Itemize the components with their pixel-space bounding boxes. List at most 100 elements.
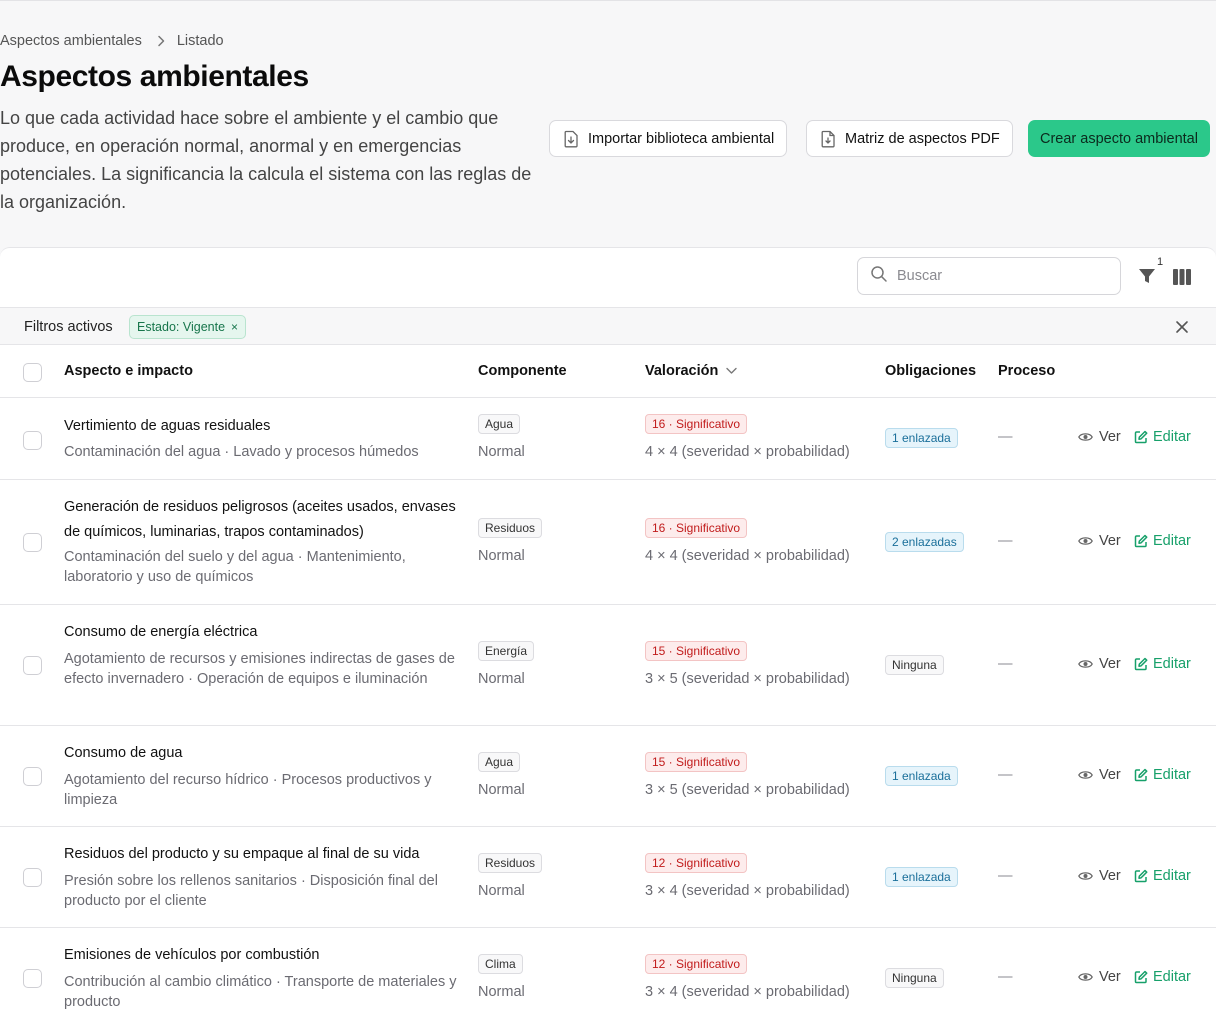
eye-icon — [1078, 771, 1093, 779]
component-badge: Clima — [478, 954, 523, 974]
view-action[interactable]: Ver — [1078, 868, 1121, 884]
operation-condition: Normal — [478, 548, 525, 564]
impact-subtitle: Contaminación del suelo y del agua · Man… — [64, 549, 406, 585]
edit-icon — [1134, 768, 1148, 782]
valuation-detail: 3 × 4 (severidad × probabilidad) — [645, 984, 850, 1000]
view-action[interactable]: Ver — [1078, 429, 1121, 445]
edit-action[interactable]: Editar — [1134, 533, 1191, 549]
process-value: — — [998, 969, 1013, 985]
component-badge: Agua — [478, 752, 521, 772]
column-header-valuation[interactable]: Valoración — [645, 363, 738, 379]
impact-subtitle: Agotamiento del recurso hídrico · Proces… — [64, 772, 432, 808]
edit-label: Editar — [1153, 656, 1191, 672]
chevron-right-icon — [157, 35, 165, 47]
breadcrumb: Aspectos ambientales Listado — [0, 33, 224, 49]
process-value: — — [998, 533, 1013, 549]
create-aspect-button[interactable]: Crear aspecto ambiental — [1028, 120, 1210, 157]
column-header-component[interactable]: Componente — [478, 363, 567, 379]
row-checkbox[interactable] — [23, 656, 42, 675]
view-action[interactable]: Ver — [1078, 533, 1121, 549]
view-label: Ver — [1099, 656, 1121, 672]
search-input[interactable] — [897, 268, 1097, 284]
table-row[interactable]: Residuos del producto y su empaque al fi… — [0, 827, 1216, 928]
valuation-detail: 4 × 4 (severidad × probabilidad) — [645, 548, 850, 564]
clear-filters-icon[interactable] — [1174, 319, 1190, 335]
component-badge: Agua — [478, 414, 521, 434]
remove-filter-icon[interactable]: × — [231, 320, 238, 334]
eye-icon — [1078, 872, 1093, 880]
obligations-badge: 1 enlazada — [885, 766, 958, 786]
operation-condition: Normal — [478, 671, 525, 687]
significance-badge: 15 · Significativo — [645, 641, 748, 661]
active-filters-bar: Filtros activos Estado: Vigente × — [0, 307, 1216, 345]
edit-action[interactable]: Editar — [1134, 868, 1191, 884]
filter-count-badge: 1 — [1157, 256, 1164, 268]
column-header-obligations[interactable]: Obligaciones — [885, 363, 976, 379]
column-header-aspect[interactable]: Aspecto e impacto — [64, 363, 193, 379]
row-checkbox[interactable] — [23, 767, 42, 786]
obligations-badge: Ninguna — [885, 655, 944, 675]
breadcrumb-parent-link[interactable]: Aspectos ambientales — [0, 33, 142, 49]
top-divider — [0, 0, 1216, 1]
matrix-pdf-button[interactable]: Matriz de aspectos PDF — [806, 120, 1013, 157]
sort-desc-icon — [726, 367, 738, 375]
row-checkbox[interactable] — [23, 868, 42, 887]
edit-action[interactable]: Editar — [1134, 656, 1191, 672]
filter-button[interactable] — [1136, 266, 1158, 288]
view-action[interactable]: Ver — [1078, 767, 1121, 783]
search-box[interactable] — [857, 257, 1121, 295]
row-checkbox[interactable] — [23, 533, 42, 552]
edit-action[interactable]: Editar — [1134, 969, 1191, 985]
edit-icon — [1134, 869, 1148, 883]
valuation-detail: 3 × 4 (severidad × probabilidad) — [645, 883, 850, 899]
edit-action[interactable]: Editar — [1134, 429, 1191, 445]
edit-label: Editar — [1153, 429, 1191, 445]
aspect-title: Emisiones de vehículos por combustión — [64, 947, 320, 963]
select-all-checkbox[interactable] — [23, 363, 42, 382]
import-file-icon — [563, 130, 579, 148]
aspect-title: Generación de residuos peligrosos (aceit… — [64, 499, 456, 540]
view-label: Ver — [1099, 868, 1121, 884]
page-description: Lo que cada actividad hace sobre el ambi… — [0, 108, 532, 212]
table-row[interactable]: Generación de residuos peligrosos (aceit… — [0, 480, 1216, 605]
table-row[interactable]: Emisiones de vehículos por combustión Co… — [0, 928, 1216, 1010]
edit-icon — [1134, 970, 1148, 984]
component-badge: Energía — [478, 641, 535, 661]
edit-action[interactable]: Editar — [1134, 767, 1191, 783]
import-library-button[interactable]: Importar biblioteca ambiental — [549, 120, 788, 157]
page-title: Aspectos ambientales — [0, 60, 309, 93]
process-value: — — [998, 767, 1013, 783]
filter-icon — [1138, 267, 1156, 288]
table-row[interactable]: Consumo de energía eléctrica Agotamiento… — [0, 605, 1216, 726]
impact-subtitle: Presión sobre los rellenos sanitarios · … — [64, 873, 438, 909]
edit-label: Editar — [1153, 969, 1191, 985]
component-badge: Residuos — [478, 518, 543, 538]
table-row[interactable]: Vertimiento de aguas residuales Contamin… — [0, 398, 1216, 480]
component-badge: Residuos — [478, 853, 543, 873]
significance-badge: 16 · Significativo — [645, 518, 748, 538]
view-action[interactable]: Ver — [1078, 656, 1121, 672]
columns-button[interactable] — [1172, 268, 1192, 286]
view-action[interactable]: Ver — [1078, 969, 1121, 985]
valuation-detail: 3 × 5 (severidad × probabilidad) — [645, 671, 850, 687]
impact-subtitle: Agotamiento de recursos y emisiones indi… — [64, 651, 455, 687]
aspect-title: Vertimiento de aguas residuales — [64, 418, 271, 434]
column-header-process[interactable]: Proceso — [998, 363, 1055, 379]
row-checkbox[interactable] — [23, 969, 42, 988]
process-value: — — [998, 656, 1013, 672]
row-checkbox[interactable] — [23, 431, 42, 450]
operation-condition: Normal — [478, 444, 525, 460]
obligations-badge: 1 enlazada — [885, 867, 958, 887]
eye-icon — [1078, 433, 1093, 441]
edit-icon — [1134, 534, 1148, 548]
view-label: Ver — [1099, 767, 1121, 783]
eye-icon — [1078, 537, 1093, 545]
eye-icon — [1078, 660, 1093, 668]
edit-label: Editar — [1153, 868, 1191, 884]
edit-label: Editar — [1153, 767, 1191, 783]
filter-chip-label: Estado: Vigente — [137, 320, 226, 334]
table-row[interactable]: Consumo de agua Agotamiento del recurso … — [0, 726, 1216, 827]
obligations-badge: 2 enlazadas — [885, 532, 964, 552]
view-label: Ver — [1099, 969, 1121, 985]
table-header: Aspecto e impacto Componente Valoración … — [0, 345, 1216, 398]
